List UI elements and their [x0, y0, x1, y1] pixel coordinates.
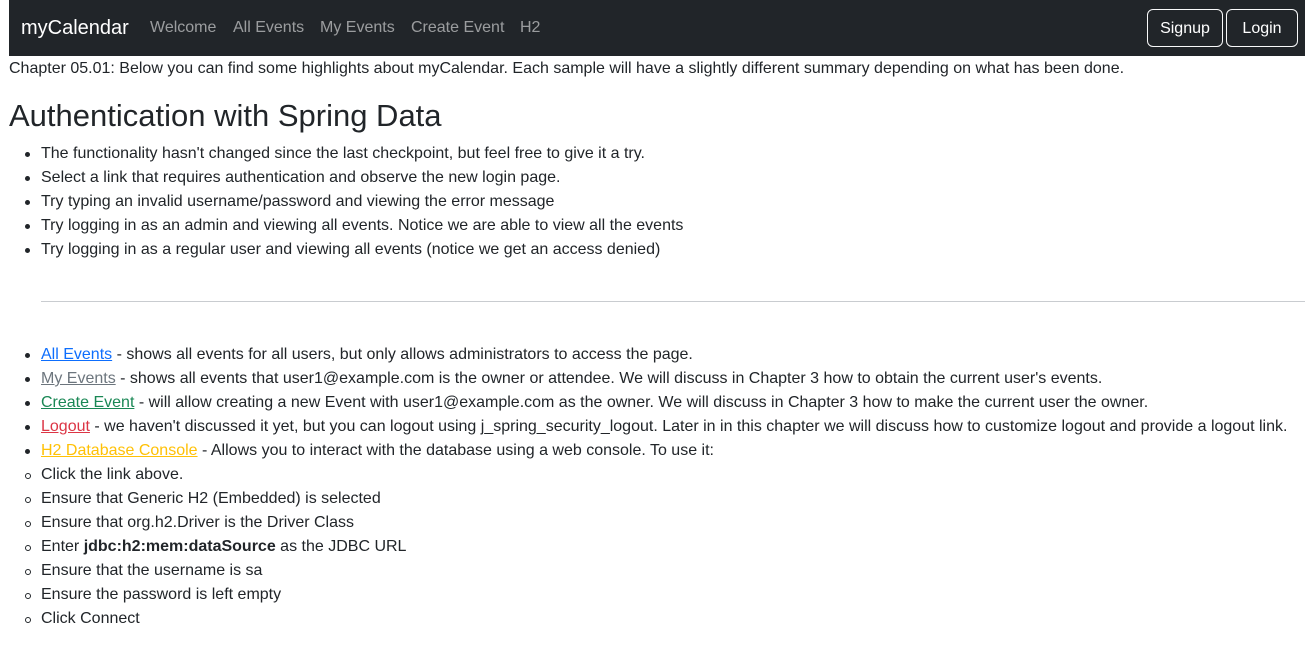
- signup-button[interactable]: Signup: [1147, 9, 1223, 47]
- link-item-logout: Logout - we haven't discussed it yet, bu…: [25, 415, 1299, 439]
- intro-text: Chapter 05.01: Below you can find some h…: [9, 60, 1125, 77]
- h2-step-item: Click Connect: [25, 607, 1299, 631]
- highlights-list: The functionality hasn't changed since t…: [25, 142, 1301, 262]
- highlight-item: Try logging in as a regular user and vie…: [25, 238, 1301, 262]
- link-item-my-events: My Events - shows all events that user1@…: [25, 367, 1299, 391]
- enter-prefix: Enter: [41, 538, 84, 555]
- all-events-description: - shows all events for all users, but on…: [112, 346, 693, 363]
- highlight-item: Try typing an invalid username/password …: [25, 190, 1301, 214]
- nav-link-my-events[interactable]: My Events: [320, 17, 395, 39]
- h2-step-item: Ensure that org.h2.Driver is the Driver …: [25, 511, 1299, 535]
- nav-link-all-events[interactable]: All Events: [233, 17, 304, 39]
- section-divider: [41, 301, 1305, 302]
- enter-suffix: as the JDBC URL: [275, 538, 407, 555]
- page-heading: Authentication with Spring Data: [9, 98, 442, 133]
- all-events-link[interactable]: All Events: [41, 346, 112, 363]
- h2-step-item: Ensure the password is left empty: [25, 583, 1299, 607]
- nav-link-create-event[interactable]: Create Event: [411, 17, 504, 39]
- h2-step-item: Ensure that Generic H2 (Embedded) is sel…: [25, 487, 1299, 511]
- link-item-h2-console: H2 Database Console - Allows you to inte…: [25, 439, 1299, 631]
- my-events-link[interactable]: My Events: [41, 370, 116, 387]
- top-navbar: myCalendar Welcome All Events My Events …: [9, 0, 1305, 56]
- my-events-description: - shows all events that user1@example.co…: [115, 370, 1103, 387]
- jdbc-url: jdbc:h2:mem:dataSource: [83, 538, 276, 555]
- nav-link-h2[interactable]: H2: [520, 17, 540, 39]
- login-button[interactable]: Login: [1226, 9, 1298, 47]
- highlight-item: The functionality hasn't changed since t…: [25, 142, 1301, 166]
- create-event-description: - will allow creating a new Event with u…: [134, 394, 1149, 411]
- h2-step-item: Click the link above.: [25, 463, 1299, 487]
- h2-steps-list: Click the link above. Ensure that Generi…: [25, 463, 1299, 631]
- logout-link[interactable]: Logout: [41, 418, 90, 435]
- highlight-item: Select a link that requires authenticati…: [25, 166, 1301, 190]
- h2-step-item: Ensure that the username is sa: [25, 559, 1299, 583]
- links-list: All Events - shows all events for all us…: [25, 343, 1299, 631]
- h2-console-description: - Allows you to interact with the databa…: [197, 442, 714, 459]
- h2-step-item: Enter jdbc:h2:mem:dataSource as the JDBC…: [25, 535, 1299, 559]
- create-event-link[interactable]: Create Event: [41, 394, 134, 411]
- brand-link[interactable]: myCalendar: [21, 16, 129, 40]
- logout-description: - we haven't discussed it yet, but you c…: [89, 418, 1288, 435]
- highlight-item: Try logging in as an admin and viewing a…: [25, 214, 1301, 238]
- nav-link-welcome[interactable]: Welcome: [150, 17, 216, 39]
- link-item-all-events: All Events - shows all events for all us…: [25, 343, 1299, 367]
- link-item-create-event: Create Event - will allow creating a new…: [25, 391, 1299, 415]
- h2-console-link[interactable]: H2 Database Console: [41, 442, 198, 459]
